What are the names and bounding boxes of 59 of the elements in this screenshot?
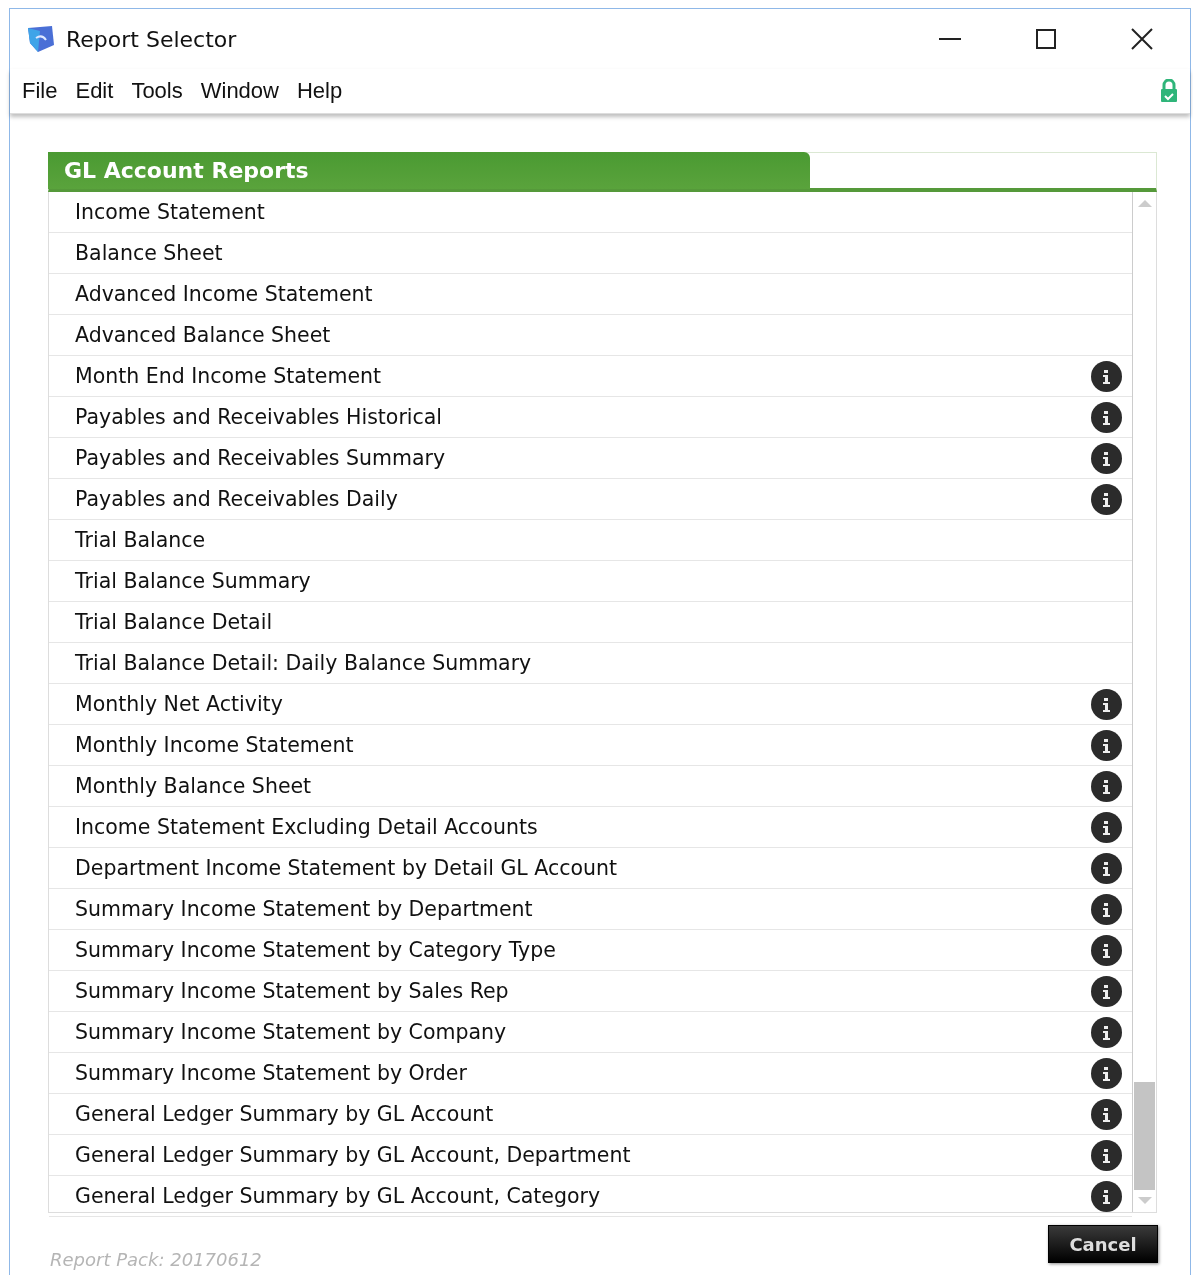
- report-item[interactable]: Advanced Income Statement: [75, 282, 1122, 306]
- info-icon[interactable]: [1091, 729, 1122, 761]
- report-item[interactable]: Department Income Statement by Detail GL Account: [75, 856, 1091, 880]
- report-item[interactable]: Balance Sheet: [75, 241, 1122, 265]
- report-item[interactable]: Summary Income Statement by Order: [75, 1061, 1091, 1085]
- report-item[interactable]: Monthly Income Statement: [75, 733, 1091, 757]
- cancel-button[interactable]: Cancel: [1048, 1225, 1158, 1263]
- info-icon[interactable]: [1091, 934, 1122, 966]
- down-arrow-icon: [1137, 1197, 1152, 1205]
- maximize-icon: [1036, 29, 1056, 49]
- report-item[interactable]: Summary Income Statement by Department: [75, 897, 1091, 921]
- report-item[interactable]: Payables and Receivables Summary: [75, 446, 1091, 470]
- report-item[interactable]: Income Statement Excluding Detail Accounts: [75, 815, 1091, 839]
- info-icon[interactable]: [1091, 442, 1122, 474]
- report-item[interactable]: Summary Income Statement by Category Type: [75, 938, 1091, 962]
- info-icon[interactable]: [1091, 483, 1122, 515]
- panel-title: GL Account Reports: [48, 152, 810, 189]
- info-icon[interactable]: [1091, 688, 1122, 720]
- info-icon[interactable]: [1091, 1016, 1122, 1048]
- minimize-icon: [939, 38, 961, 40]
- up-arrow-icon: [1137, 199, 1152, 207]
- info-icon[interactable]: [1091, 1139, 1122, 1171]
- report-item[interactable]: Summary Income Statement by Sales Rep: [75, 979, 1091, 1003]
- report-item[interactable]: Payables and Receivables Historical: [75, 405, 1091, 429]
- report-item[interactable]: Trial Balance Summary: [75, 569, 1122, 593]
- window-title: Report Selector: [66, 26, 238, 52]
- report-item[interactable]: Monthly Net Activity: [75, 692, 1091, 716]
- report-item[interactable]: Income Statement: [75, 200, 1122, 224]
- info-icon[interactable]: [1091, 852, 1122, 884]
- close-icon: [1131, 28, 1153, 50]
- report-item[interactable]: General Ledger Summary by GL Account, Department: [75, 1143, 1091, 1167]
- report-item[interactable]: Month End Income Statement: [75, 364, 1091, 388]
- menu-item[interactable]: Window: [192, 78, 289, 104]
- report-item[interactable]: General Ledger Summary by GL Account, Category: [75, 1184, 1091, 1208]
- report-pack-label: Report Pack: 20170612: [50, 1249, 262, 1270]
- report-item[interactable]: Trial Balance Detail: Daily Balance Summary: [75, 651, 1122, 675]
- app-logo-icon: [26, 25, 56, 53]
- info-icon[interactable]: [1091, 1057, 1122, 1089]
- menu-item[interactable]: Help: [289, 78, 353, 104]
- report-item[interactable]: General Ledger Summary by GL Account: [75, 1102, 1091, 1126]
- report-item[interactable]: Monthly Balance Sheet: [75, 774, 1091, 798]
- menu-item[interactable]: File: [14, 78, 68, 104]
- info-icon[interactable]: [1091, 360, 1122, 392]
- info-icon[interactable]: [1091, 1098, 1122, 1130]
- report-item[interactable]: Summary Income Statement by Company: [75, 1020, 1091, 1044]
- info-icon[interactable]: [1091, 975, 1122, 1007]
- info-icon[interactable]: [1091, 811, 1122, 843]
- menu-item[interactable]: Edit: [67, 78, 124, 104]
- info-icon[interactable]: [1091, 770, 1122, 802]
- scroll-thumb[interactable]: [1134, 1082, 1155, 1190]
- report-item[interactable]: Trial Balance: [75, 528, 1122, 552]
- report-item[interactable]: Advanced Balance Sheet: [75, 323, 1122, 347]
- report-item[interactable]: Payables and Receivables Daily: [75, 487, 1091, 511]
- info-icon[interactable]: [1091, 401, 1122, 433]
- menu-item[interactable]: Tools: [123, 78, 193, 104]
- info-icon[interactable]: [1091, 893, 1122, 925]
- report-item[interactable]: Trial Balance Detail: [75, 610, 1122, 634]
- lock-icon: [1160, 79, 1178, 103]
- info-icon[interactable]: [1091, 1180, 1122, 1212]
